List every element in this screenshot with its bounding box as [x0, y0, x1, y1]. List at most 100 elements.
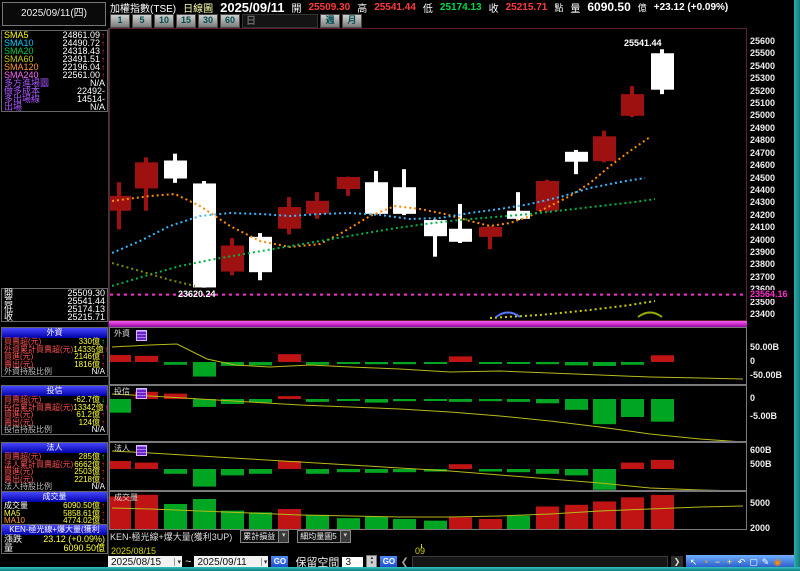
legend-icon[interactable]: [136, 388, 147, 399]
indicator-bar[interactable]: [306, 469, 329, 474]
legend-icon[interactable]: [136, 445, 147, 456]
period-button-週[interactable]: 週: [320, 14, 340, 28]
stepper-down-icon[interactable]: ▾: [367, 561, 376, 566]
indicator-bar[interactable]: [164, 469, 187, 474]
period-button-60[interactable]: 60: [220, 14, 240, 28]
indicator-bar[interactable]: [135, 355, 158, 362]
zoom-in-icon[interactable]: +: [724, 557, 735, 567]
clock-icon[interactable]: ◔: [700, 557, 711, 567]
candle-body[interactable]: [621, 94, 644, 116]
indicator-bar[interactable]: [306, 399, 329, 402]
indicator-bar[interactable]: [365, 516, 388, 529]
indicator-bar[interactable]: [135, 494, 158, 529]
indicator-dropdown-1[interactable]: 累計損益 ▾: [240, 530, 290, 543]
indicator-bar[interactable]: [479, 519, 502, 529]
indicator-bar[interactable]: [365, 399, 388, 403]
indicator-bar[interactable]: [337, 399, 360, 401]
indicator-bar[interactable]: [393, 362, 416, 365]
indicator-bar[interactable]: [249, 512, 272, 529]
indicator-bar[interactable]: [651, 355, 674, 362]
indicator-bar[interactable]: [108, 355, 131, 362]
indicator-bar[interactable]: [337, 469, 360, 473]
candle-body[interactable]: [393, 187, 416, 214]
candle-body[interactable]: [651, 53, 674, 90]
candle-body[interactable]: [449, 228, 472, 242]
right-edge-scrollbar[interactable]: [794, 0, 800, 571]
indicator-bar[interactable]: [565, 399, 588, 410]
indicator-bar[interactable]: [424, 362, 447, 364]
candle-body[interactable]: [249, 236, 272, 273]
indicator-bar[interactable]: [565, 504, 588, 529]
indicator-bar[interactable]: [536, 506, 559, 529]
splitter-handle[interactable]: ❮: [400, 557, 408, 568]
candle-body[interactable]: [337, 177, 360, 190]
panel-foreign[interactable]: 外資: [108, 327, 747, 385]
indicator-bar[interactable]: [593, 362, 616, 366]
indicator-bar[interactable]: [393, 399, 416, 402]
panel-institution[interactable]: 法人: [108, 442, 747, 492]
indicator-bar[interactable]: [449, 464, 472, 469]
indicator-bar[interactable]: [621, 462, 644, 469]
zoom-out-icon[interactable]: −: [712, 557, 723, 567]
indicator-bar[interactable]: [449, 356, 472, 362]
candle-body[interactable]: [365, 182, 388, 214]
indicator-bar[interactable]: [365, 469, 388, 473]
chevron-down-icon[interactable]: ▾: [339, 531, 350, 542]
chevron-down-icon[interactable]: ▾: [174, 558, 181, 566]
indicator-bar[interactable]: [135, 462, 158, 469]
indicator-bar[interactable]: [108, 399, 131, 413]
indicator-bar[interactable]: [507, 515, 530, 529]
indicator-bar[interactable]: [449, 517, 472, 529]
candle-body[interactable]: [164, 160, 187, 179]
main-chart[interactable]: 23620.24 25541.44: [108, 28, 747, 321]
indicator-bar[interactable]: [621, 497, 644, 529]
indicator-bar[interactable]: [249, 362, 272, 366]
indicator-bar[interactable]: [593, 501, 616, 529]
indicator-bar[interactable]: [278, 509, 301, 529]
draw-icon[interactable]: ✎: [760, 557, 771, 568]
period-button-月[interactable]: 月: [342, 14, 362, 28]
indicator-bar[interactable]: [337, 518, 360, 529]
indicator-bar[interactable]: [593, 469, 616, 490]
indicator-bar[interactable]: [651, 494, 674, 529]
indicator-bar[interactable]: [306, 362, 329, 365]
indicator-bar[interactable]: [337, 362, 360, 364]
indicator-bar[interactable]: [306, 514, 329, 529]
indicator-bar[interactable]: [536, 399, 559, 404]
candle-body[interactable]: [593, 136, 616, 162]
chevron-down-icon[interactable]: ▾: [260, 558, 267, 566]
candle-body[interactable]: [536, 180, 559, 211]
indicator-bar[interactable]: [507, 362, 530, 364]
chevron-down-icon[interactable]: ▾: [278, 531, 289, 542]
period-button-5[interactable]: 5: [132, 14, 152, 28]
panel-volume[interactable]: 成交量: [108, 491, 747, 530]
candle-body[interactable]: [278, 207, 301, 229]
indicator-bar[interactable]: [593, 399, 616, 425]
indicator-bar[interactable]: [393, 519, 416, 529]
indicator-bar[interactable]: [651, 459, 674, 469]
indicator-bar[interactable]: [621, 362, 644, 365]
indicator-bar[interactable]: [249, 469, 272, 474]
indicator-bar[interactable]: [424, 520, 447, 529]
indicator-bar[interactable]: [393, 469, 416, 473]
indicator-bar[interactable]: [278, 396, 301, 399]
indicator-bar[interactable]: [108, 461, 131, 469]
period-button-10[interactable]: 10: [154, 14, 174, 28]
period-button-日[interactable]: 日: [242, 14, 318, 28]
indicator-bar[interactable]: [449, 399, 472, 402]
indicator-bar[interactable]: [193, 469, 216, 487]
indicator-bar[interactable]: [507, 469, 530, 473]
indicator-bar[interactable]: [479, 469, 502, 472]
candle-body[interactable]: [221, 245, 244, 272]
candle-body[interactable]: [193, 183, 216, 288]
legend-icon[interactable]: [136, 330, 147, 341]
indicator-bar[interactable]: [164, 504, 187, 529]
alert-bell-icon[interactable]: ◉: [772, 557, 783, 568]
candle-body[interactable]: [135, 162, 158, 189]
indicator-bar[interactable]: [565, 362, 588, 366]
candle-body[interactable]: [565, 151, 588, 162]
indicator-bar[interactable]: [365, 362, 388, 365]
candle-body[interactable]: [479, 226, 502, 237]
panel-trust[interactable]: 投信: [108, 385, 747, 443]
keep-space-input[interactable]: 3: [342, 556, 364, 568]
